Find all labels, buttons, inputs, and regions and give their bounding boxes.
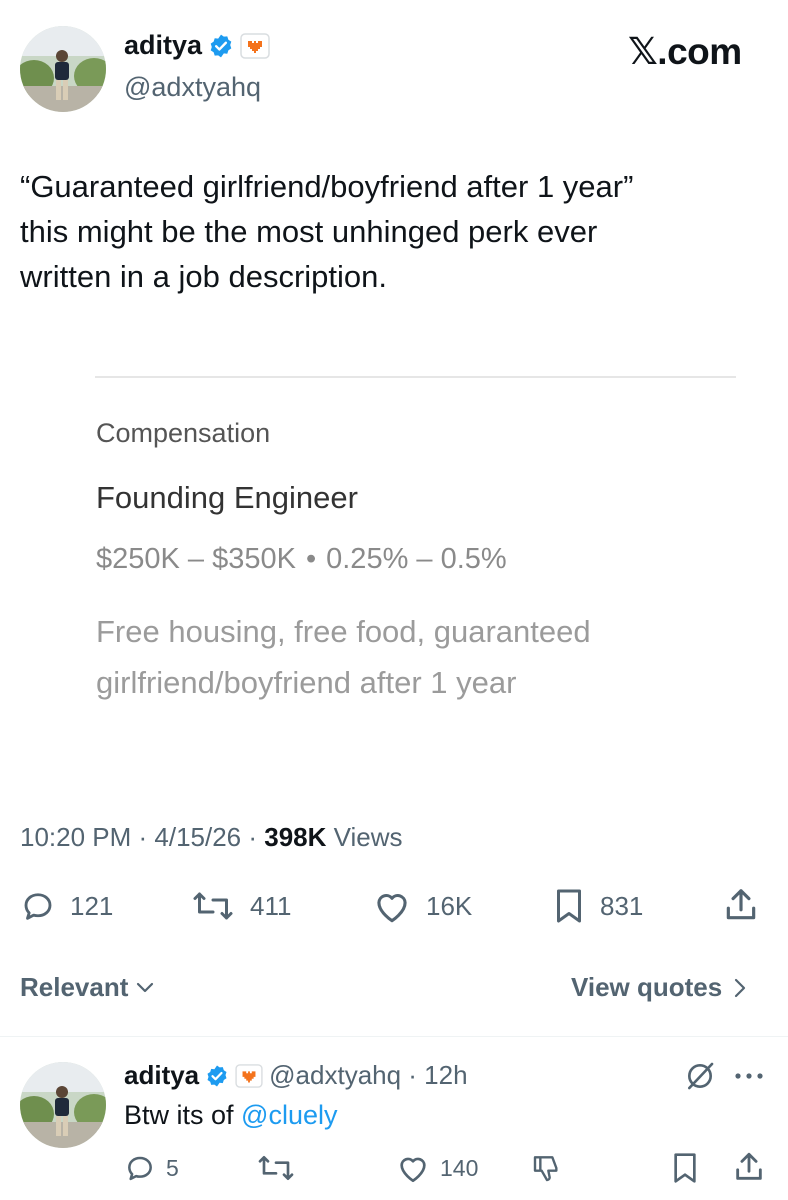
reply-avatar[interactable] <box>20 1062 106 1148</box>
reply-reply-count: 5 <box>166 1154 179 1181</box>
compensation-label: Compensation <box>96 418 271 448</box>
author-name[interactable]: aditya <box>124 30 202 61</box>
compensation-range: $250K – $350K • 0.25% – 0.5% <box>96 543 507 576</box>
affiliate-badge-icon <box>240 32 270 59</box>
views-count[interactable]: 398K <box>264 822 326 852</box>
mention-link[interactable]: @cluely <box>241 1100 337 1130</box>
reply-button[interactable]: 121 <box>20 888 113 924</box>
chevron-right-icon <box>734 978 746 998</box>
tweet-line: written in a job description. <box>20 259 388 294</box>
like-button[interactable]: 16K <box>372 888 472 924</box>
heart-icon <box>396 1152 440 1184</box>
perks-text: Free housing, free food, guaranteed girl… <box>96 606 736 708</box>
reply-handle-time[interactable]: @adxtyahq · 12h <box>269 1060 467 1091</box>
repost-icon <box>256 1152 306 1184</box>
reply-author-name[interactable]: aditya <box>124 1060 199 1091</box>
tweet-meta: 10:20 PM · 4/15/26 · 398K Views <box>20 822 403 853</box>
reply-bookmark-button[interactable] <box>670 1152 710 1184</box>
heart-icon <box>372 888 426 924</box>
separator-bullet: • <box>305 543 317 575</box>
more-options-icon[interactable] <box>734 1072 764 1080</box>
reply-text: Btw its of @cluely <box>124 1100 337 1131</box>
tweet-line: “Guaranteed girlfriend/boyfriend after 1… <box>20 169 634 204</box>
tweet-text: “Guaranteed girlfriend/boyfriend after 1… <box>20 164 760 299</box>
like-count: 16K <box>426 890 473 921</box>
reply-repost-button[interactable] <box>256 1152 306 1184</box>
equity-range: 0.25% – 0.5% <box>326 543 507 575</box>
divider <box>0 1036 788 1037</box>
bookmark-icon <box>670 1152 710 1184</box>
share-icon <box>722 886 774 924</box>
perks-line: Free housing, free food, guaranteed <box>96 614 591 649</box>
x-logo: 𝕏.com <box>628 31 742 72</box>
repost-button[interactable]: 411 <box>190 888 291 924</box>
bookmark-count: 831 <box>600 890 644 921</box>
bookmark-icon <box>552 888 600 924</box>
share-button[interactable] <box>722 886 774 924</box>
verified-badge-icon <box>205 1064 229 1088</box>
bookmark-button[interactable]: 831 <box>552 888 643 924</box>
reply-like-count: 140 <box>440 1154 479 1181</box>
reply-count: 121 <box>70 890 114 921</box>
share-icon <box>732 1150 776 1184</box>
reply-text-prefix: Btw its of <box>124 1100 242 1130</box>
timestamp[interactable]: 10:20 PM · 4/15/26 · <box>20 822 264 852</box>
views-label: Views <box>326 822 403 852</box>
avatar[interactable] <box>20 26 106 112</box>
tweet-line: this might be the most unhinged perk eve… <box>20 214 598 249</box>
chevron-down-icon <box>136 982 154 994</box>
reply-reply-button[interactable]: 5 <box>124 1152 179 1184</box>
reply-icon <box>124 1152 166 1184</box>
dislike-button[interactable] <box>530 1152 574 1184</box>
role-title: Founding Engineer <box>96 480 358 515</box>
salary-range: $250K – $350K <box>96 543 296 575</box>
repost-icon <box>190 888 250 924</box>
reply-share-button[interactable] <box>732 1150 776 1184</box>
author-handle[interactable]: @adxtyahq <box>124 72 261 103</box>
reply-icon <box>20 888 70 924</box>
view-quotes-label: View quotes <box>571 972 723 1002</box>
card-divider <box>95 376 736 378</box>
view-quotes-link[interactable]: View quotes <box>571 972 746 1003</box>
reply-like-button[interactable]: 140 <box>396 1152 478 1184</box>
affiliate-badge-icon <box>235 1063 263 1088</box>
perks-line: girlfriend/boyfriend after 1 year <box>96 665 517 700</box>
thumbs-down-icon <box>530 1152 574 1184</box>
repost-count: 411 <box>250 890 292 921</box>
grok-icon[interactable] <box>684 1060 716 1092</box>
verified-badge-icon <box>208 33 234 59</box>
sort-label: Relevant <box>20 972 129 1002</box>
sort-relevant-dropdown[interactable]: Relevant <box>20 972 154 1003</box>
